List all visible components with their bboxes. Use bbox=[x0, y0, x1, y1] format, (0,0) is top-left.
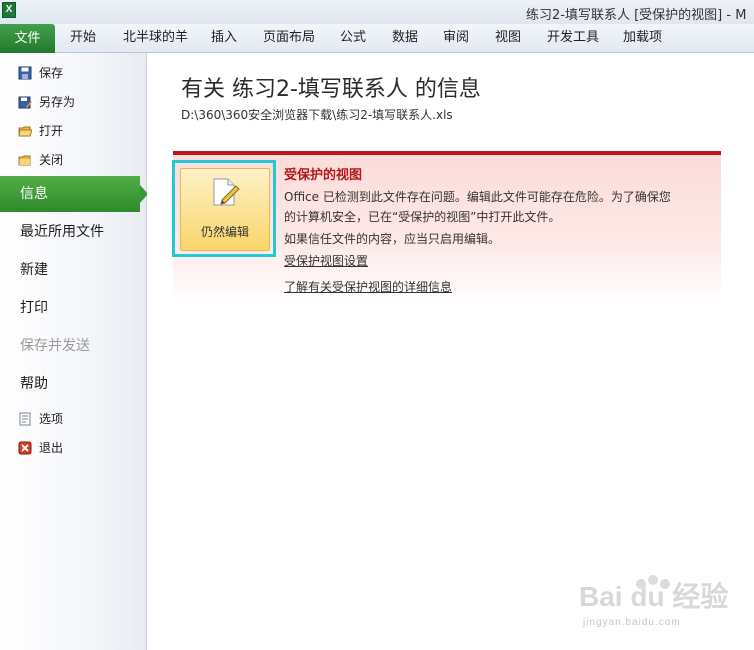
options-label: 选项 bbox=[39, 412, 64, 426]
page-title: 有关 练习2-填写联系人 的信息 bbox=[181, 77, 481, 102]
protected-view-message-line-1: Office 已检测到此文件存在问题。编辑此文件可能存在危险。为了确保您 bbox=[284, 190, 671, 204]
edit-document-icon bbox=[213, 178, 240, 206]
tab-view[interactable]: 视图 bbox=[495, 24, 521, 52]
nav-help[interactable]: 帮助 bbox=[0, 366, 146, 402]
protected-view-message-line-3: 如果信任文件的内容，应当只启用编辑。 bbox=[284, 232, 501, 246]
save-as-command[interactable]: 另存为 bbox=[18, 92, 75, 112]
save-as-label: 另存为 bbox=[39, 95, 76, 109]
protected-view-settings-link[interactable]: 受保护视图设置 bbox=[284, 252, 368, 269]
nav-save-and-send: 保存并发送 bbox=[20, 338, 90, 354]
protected-view-heading: 受保护的视图 bbox=[284, 168, 363, 183]
enable-editing-label: 仍然编辑 bbox=[200, 225, 249, 239]
ribbon-tab-bar: 开始 北半球的羊 插入 页面布局 公式 数据 审阅 视图 开发工具 加载项 bbox=[0, 24, 754, 53]
watermark-url: jingyan.baidu.com bbox=[583, 617, 681, 628]
close-command[interactable]: 关闭 bbox=[18, 150, 63, 170]
save-icon bbox=[18, 66, 32, 80]
open-command[interactable]: 打开 bbox=[18, 121, 63, 141]
nav-info[interactable]: 信息 bbox=[0, 176, 148, 212]
highlight-frame: 仍然编辑 bbox=[172, 160, 276, 257]
baidu-watermark: Bai du 经验 bbox=[579, 575, 728, 612]
nav-recent[interactable]: 最近所用文件 bbox=[0, 214, 146, 250]
tab-insert[interactable]: 插入 bbox=[211, 24, 237, 52]
nav-new[interactable]: 新建 bbox=[0, 252, 146, 288]
exit-command[interactable]: 退出 bbox=[18, 438, 63, 458]
tab-developer[interactable]: 开发工具 bbox=[547, 24, 599, 52]
backstage-nav: 保存 另存为 打开 关闭 信息 最近所用文件 新建 打印 保存并发送 帮助 选项… bbox=[0, 53, 148, 650]
info-panel: 有关 练习2-填写联系人 的信息 D:\360\360安全浏览器下载\练习2-填… bbox=[147, 53, 754, 650]
learn-more-link[interactable]: 了解有关受保护视图的详细信息 bbox=[284, 278, 452, 295]
save-as-icon bbox=[18, 95, 32, 109]
open-label: 打开 bbox=[39, 124, 64, 138]
tab-file[interactable]: 文件 bbox=[0, 24, 55, 53]
tab-addins[interactable]: 加载项 bbox=[623, 24, 662, 52]
open-folder-icon bbox=[18, 124, 33, 138]
close-label: 关闭 bbox=[39, 153, 64, 167]
save-label: 保存 bbox=[39, 66, 64, 80]
close-folder-icon bbox=[18, 153, 32, 167]
nav-print[interactable]: 打印 bbox=[0, 290, 146, 326]
protected-view-message-line-2: 的计算机安全，已在“受保护的视图”中打开此文件。 bbox=[284, 210, 561, 224]
enable-editing-button[interactable]: 仍然编辑 bbox=[180, 168, 270, 251]
excel-app-icon[interactable]: X bbox=[2, 2, 16, 18]
file-path: D:\360\360安全浏览器下载\练习2-填写联系人.xls bbox=[181, 108, 453, 122]
exit-label: 退出 bbox=[39, 441, 64, 455]
tab-review[interactable]: 审阅 bbox=[443, 24, 469, 52]
tab-page-layout[interactable]: 页面布局 bbox=[263, 24, 315, 52]
tab-custom[interactable]: 北半球的羊 bbox=[123, 24, 188, 52]
tab-formulas[interactable]: 公式 bbox=[340, 24, 366, 52]
options-command[interactable]: 选项 bbox=[18, 409, 63, 429]
window-title: 练习2-填写联系人 [受保护的视图] - M bbox=[526, 8, 747, 23]
tab-home[interactable]: 开始 bbox=[70, 24, 96, 52]
tab-data[interactable]: 数据 bbox=[392, 24, 418, 52]
title-bar: X 练习2-填写联系人 [受保护的视图] - M bbox=[0, 0, 754, 24]
options-icon bbox=[18, 412, 32, 426]
save-command[interactable]: 保存 bbox=[18, 63, 63, 83]
exit-icon bbox=[18, 441, 32, 455]
